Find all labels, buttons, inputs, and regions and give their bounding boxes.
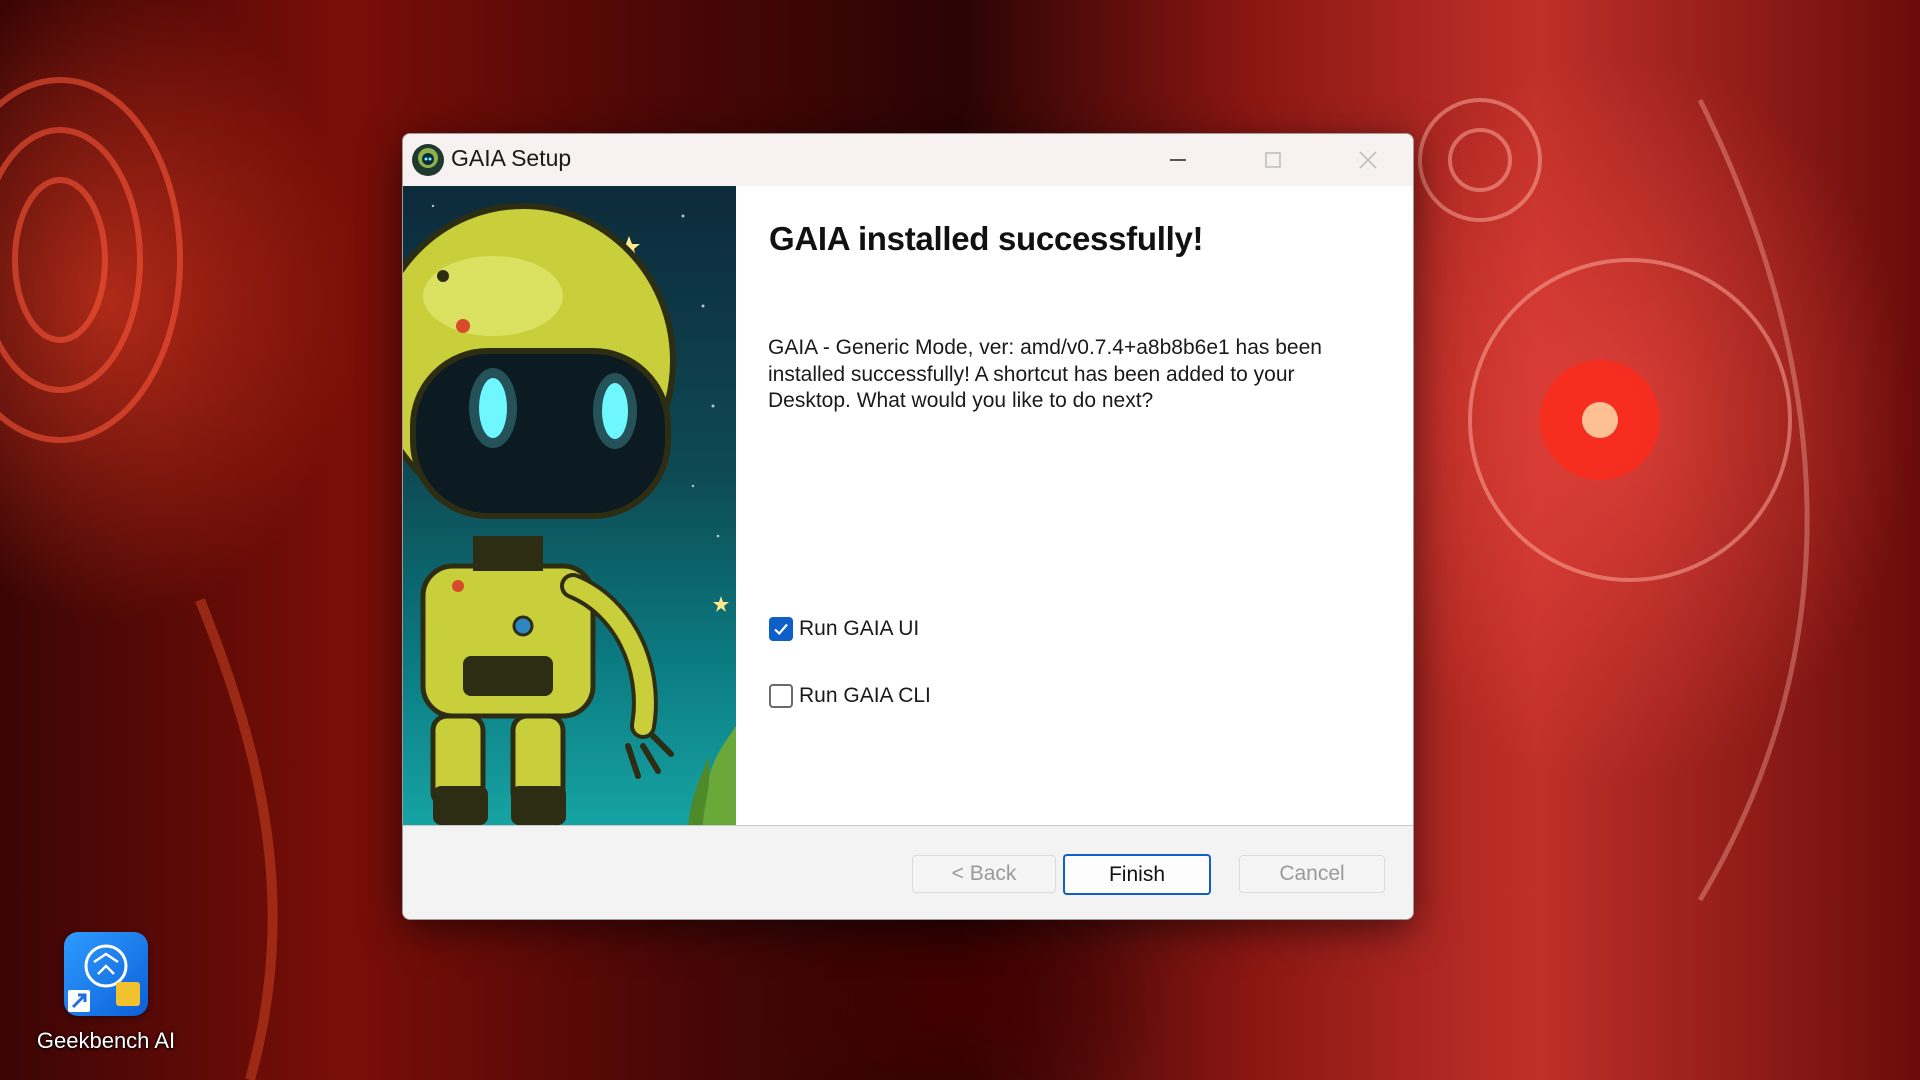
back-button[interactable]: < Back xyxy=(912,855,1056,893)
content-panel: GAIA installed successfully! GAIA - Gene… xyxy=(736,186,1413,825)
desktop-shortcut-geekbench-ai[interactable]: Geekbench AI xyxy=(30,932,182,1062)
run-gaia-ui-checkbox[interactable] xyxy=(769,617,793,641)
page-title: GAIA installed successfully! xyxy=(769,220,1204,257)
run-gaia-cli-label[interactable]: Run GAIA CLI xyxy=(799,684,931,708)
close-button[interactable] xyxy=(1323,134,1413,186)
install-message: GAIA - Generic Mode, ver: amd/v0.7.4+a8b… xyxy=(768,336,1322,412)
window-title: GAIA Setup xyxy=(451,145,572,171)
checkmark-icon xyxy=(774,623,788,636)
setup-window: GAIA Setup GAIA installed successfully! … xyxy=(402,133,1414,920)
robot-illustration xyxy=(403,203,736,825)
title-bar[interactable]: GAIA Setup xyxy=(403,134,1413,187)
maximize-icon xyxy=(1265,152,1281,168)
installer-banner-image xyxy=(403,186,736,825)
run-gaia-cli-checkbox[interactable] xyxy=(769,684,793,708)
run-gaia-ui-label[interactable]: Run GAIA UI xyxy=(799,617,919,641)
run-gaia-cli-option[interactable]: Run GAIA CLI xyxy=(769,684,931,708)
minimize-button[interactable] xyxy=(1133,134,1223,186)
cancel-button[interactable]: Cancel xyxy=(1239,855,1385,893)
finish-button[interactable]: Finish xyxy=(1063,854,1211,895)
minimize-icon xyxy=(1170,159,1186,161)
button-bar: < Back Finish Cancel xyxy=(403,825,1413,919)
gaia-app-icon xyxy=(412,144,444,176)
close-icon xyxy=(1359,151,1377,169)
run-gaia-ui-option[interactable]: Run GAIA UI xyxy=(769,617,919,641)
desktop-shortcut-label: Geekbench AI xyxy=(36,1028,176,1053)
geekbench-ai-icon xyxy=(64,932,148,1016)
maximize-button[interactable] xyxy=(1228,134,1318,186)
